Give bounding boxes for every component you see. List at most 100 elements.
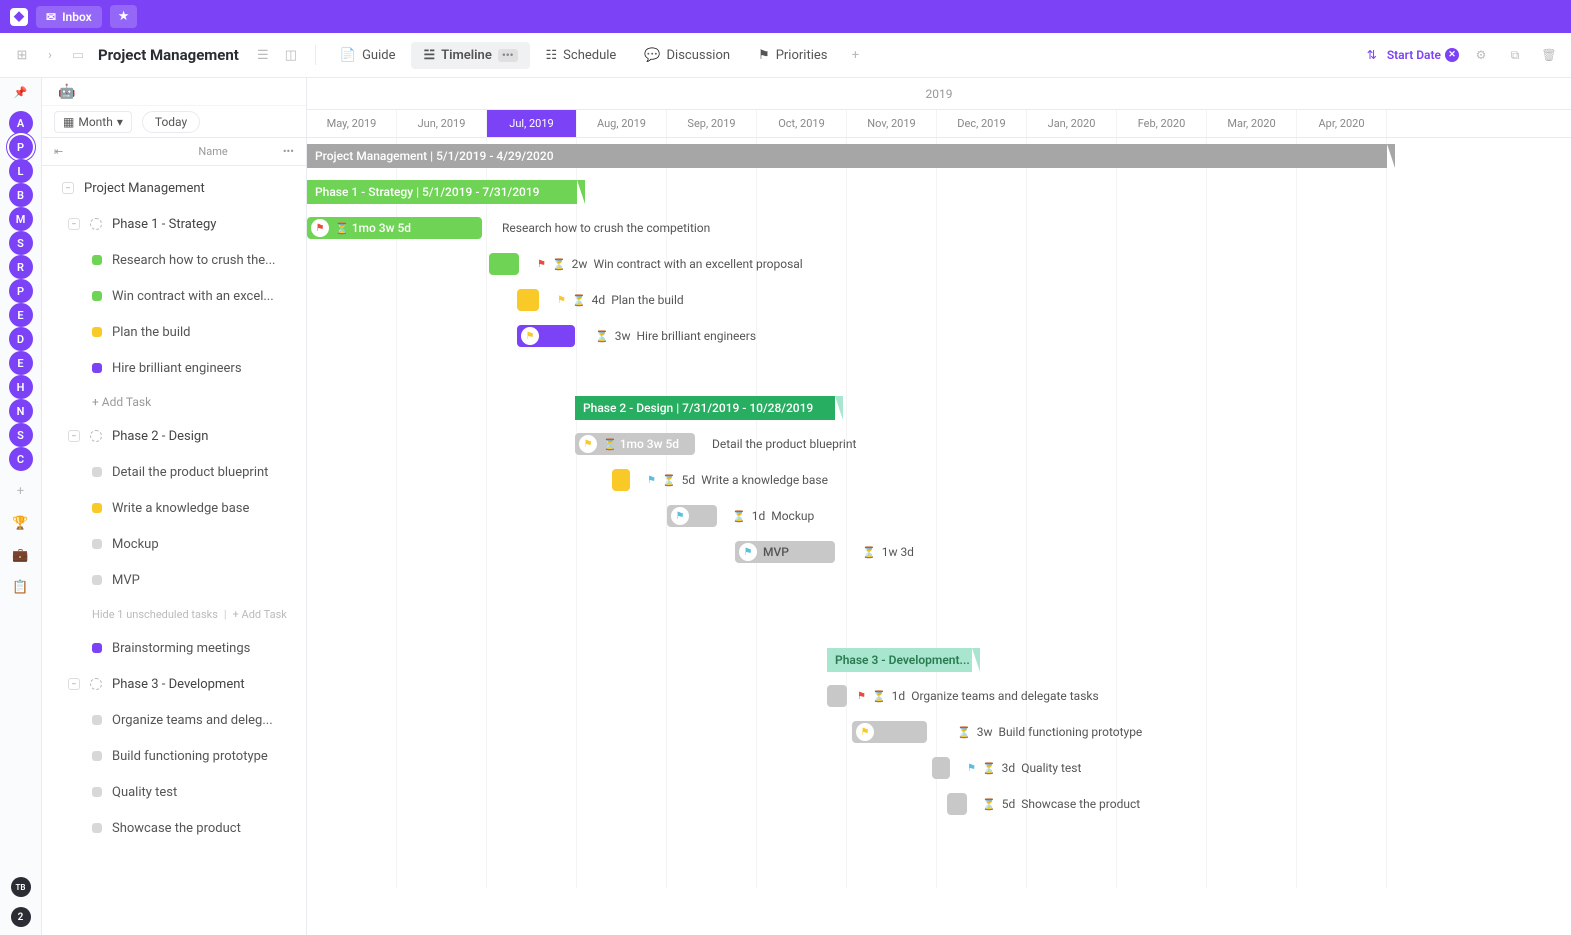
sort-arrows-icon[interactable]: ⇅	[1367, 48, 1377, 62]
clipboard-icon[interactable]: 📋	[9, 575, 33, 599]
gantt-chart[interactable]: 2019 May, 2019Jun, 2019Jul, 2019Aug, 201…	[307, 78, 1571, 935]
avatar[interactable]: H	[9, 375, 33, 399]
caret-icon[interactable]: –	[68, 218, 80, 230]
split-icon[interactable]: ◫	[279, 43, 303, 67]
month-cell[interactable]: Sep, 2019	[667, 110, 757, 137]
tab-timeline[interactable]: ☱ Timeline •••	[411, 42, 529, 69]
caret-icon[interactable]: –	[68, 678, 80, 690]
avatar[interactable]: P	[9, 135, 33, 159]
status-dot[interactable]	[92, 327, 102, 337]
avatar[interactable]: S	[9, 423, 33, 447]
month-cell[interactable]: Dec, 2019	[937, 110, 1027, 137]
status-dot[interactable]	[92, 291, 102, 301]
chevron-right-icon[interactable]: ›	[38, 43, 62, 67]
grid-icon[interactable]: ⊞	[10, 43, 34, 67]
month-cell[interactable]: Apr, 2020	[1297, 110, 1387, 137]
bar-phase-1[interactable]: Phase 1 - Strategy | 5/1/2019 - 7/31/201…	[307, 180, 577, 204]
bar-project[interactable]: Project Management | 5/1/2019 - 4/29/202…	[307, 144, 1387, 168]
bar-task[interactable]: ⚑	[667, 505, 717, 527]
avatar[interactable]: B	[9, 183, 33, 207]
status-dot[interactable]	[92, 363, 102, 373]
add-task-button[interactable]: + Add Task	[42, 386, 306, 418]
bar-task[interactable]: ⚑ ⏳ 1mo 3w 5d	[307, 217, 482, 239]
avatar[interactable]: A	[9, 111, 33, 135]
avatar[interactable]: M	[9, 207, 33, 231]
bar-task[interactable]	[827, 685, 847, 707]
add-view-icon[interactable]: +	[843, 43, 867, 67]
bar-task[interactable]: ⚑	[517, 325, 575, 347]
layout-icon[interactable]: ☰	[251, 43, 275, 67]
tree-project[interactable]: – Project Management	[42, 170, 306, 206]
tab-discussion[interactable]: 💬 Discussion	[632, 42, 742, 69]
tree-task[interactable]: Showcase the product	[42, 810, 306, 846]
today-button[interactable]: Today	[142, 111, 200, 133]
trophy-icon[interactable]: 🏆	[9, 511, 33, 535]
status-dot[interactable]	[92, 467, 102, 477]
settings-icon[interactable]: ⚙	[1469, 43, 1493, 67]
caret-icon[interactable]: –	[68, 430, 80, 442]
tree-task[interactable]: Research how to crush the...	[42, 242, 306, 278]
tree-task[interactable]: Write a knowledge base	[42, 490, 306, 526]
clear-sort-icon[interactable]: ✕	[1445, 48, 1459, 62]
avatar[interactable]: L	[9, 159, 33, 183]
bar-task[interactable]: ⚑ ⏳ 1mo 3w 5d	[575, 433, 695, 455]
bar-task[interactable]	[947, 793, 967, 815]
briefcase-icon[interactable]: 💼	[9, 543, 33, 567]
bar-phase-2[interactable]: Phase 2 - Design | 7/31/2019 - 10/28/201…	[575, 396, 835, 420]
tree-task[interactable]: Mockup	[42, 526, 306, 562]
bar-phase-3[interactable]: Phase 3 - Development...	[827, 648, 972, 672]
inbox-button[interactable]: ✉ Inbox	[36, 6, 102, 28]
status-dot[interactable]	[92, 575, 102, 585]
status-dot[interactable]	[92, 255, 102, 265]
month-cell[interactable]: Aug, 2019	[577, 110, 667, 137]
month-cell[interactable]: Jul, 2019	[487, 110, 577, 137]
status-dot[interactable]	[92, 503, 102, 513]
month-cell[interactable]: Mar, 2020	[1207, 110, 1297, 137]
zoom-select[interactable]: ▦ Month ▾	[54, 111, 132, 133]
tree-phase-3[interactable]: – Phase 3 - Development	[42, 666, 306, 702]
robot-icon[interactable]: 🤖	[58, 84, 75, 100]
tree-task[interactable]: Detail the product blueprint	[42, 454, 306, 490]
avatar[interactable]: C	[9, 447, 33, 471]
avatar[interactable]: N	[9, 399, 33, 423]
status-dot[interactable]	[92, 715, 102, 725]
avatar[interactable]: E	[9, 351, 33, 375]
tree-task[interactable]: Quality test	[42, 774, 306, 810]
collapse-icon[interactable]: ⇤	[54, 145, 63, 158]
status-dot[interactable]	[92, 751, 102, 761]
status-icon[interactable]	[90, 218, 102, 230]
tab-guide[interactable]: 📄 Guide	[328, 42, 408, 69]
count-badge[interactable]: 2	[11, 907, 31, 927]
tree-phase-1[interactable]: – Phase 1 - Strategy	[42, 206, 306, 242]
more-icon[interactable]: •••	[498, 49, 518, 62]
status-dot[interactable]	[92, 643, 102, 653]
app-logo-icon[interactable]: ◆	[10, 8, 28, 26]
star-button[interactable]: ★	[110, 5, 138, 28]
tree-task[interactable]: Plan the build	[42, 314, 306, 350]
tree-task[interactable]: Brainstorming meetings	[42, 630, 306, 666]
caret-icon[interactable]: –	[62, 182, 74, 194]
month-cell[interactable]: Jun, 2019	[397, 110, 487, 137]
tab-schedule[interactable]: ☷ Schedule	[534, 42, 629, 69]
tab-priorities[interactable]: ⚑ Priorities	[746, 42, 839, 69]
status-dot[interactable]	[92, 787, 102, 797]
month-cell[interactable]: Jan, 2020	[1027, 110, 1117, 137]
bar-task[interactable]: ⚑ MVP	[735, 541, 835, 563]
status-icon[interactable]	[90, 678, 102, 690]
trash-icon[interactable]: 🗑	[1537, 43, 1561, 67]
month-cell[interactable]: Feb, 2020	[1117, 110, 1207, 137]
month-cell[interactable]: Oct, 2019	[757, 110, 847, 137]
status-dot[interactable]	[92, 539, 102, 549]
avatar[interactable]: S	[9, 231, 33, 255]
avatar[interactable]: D	[9, 327, 33, 351]
month-cell[interactable]: Nov, 2019	[847, 110, 937, 137]
avatar[interactable]: E	[9, 303, 33, 327]
status-icon[interactable]	[90, 430, 102, 442]
sort-start-date[interactable]: Start Date ✕	[1387, 48, 1459, 62]
add-avatar-icon[interactable]: +	[9, 479, 33, 503]
bar-task[interactable]	[489, 253, 519, 275]
bar-task[interactable]	[612, 469, 630, 491]
tree-phase-2[interactable]: – Phase 2 - Design	[42, 418, 306, 454]
tb-badge[interactable]: TB	[11, 877, 31, 897]
month-cell[interactable]: May, 2019	[307, 110, 397, 137]
